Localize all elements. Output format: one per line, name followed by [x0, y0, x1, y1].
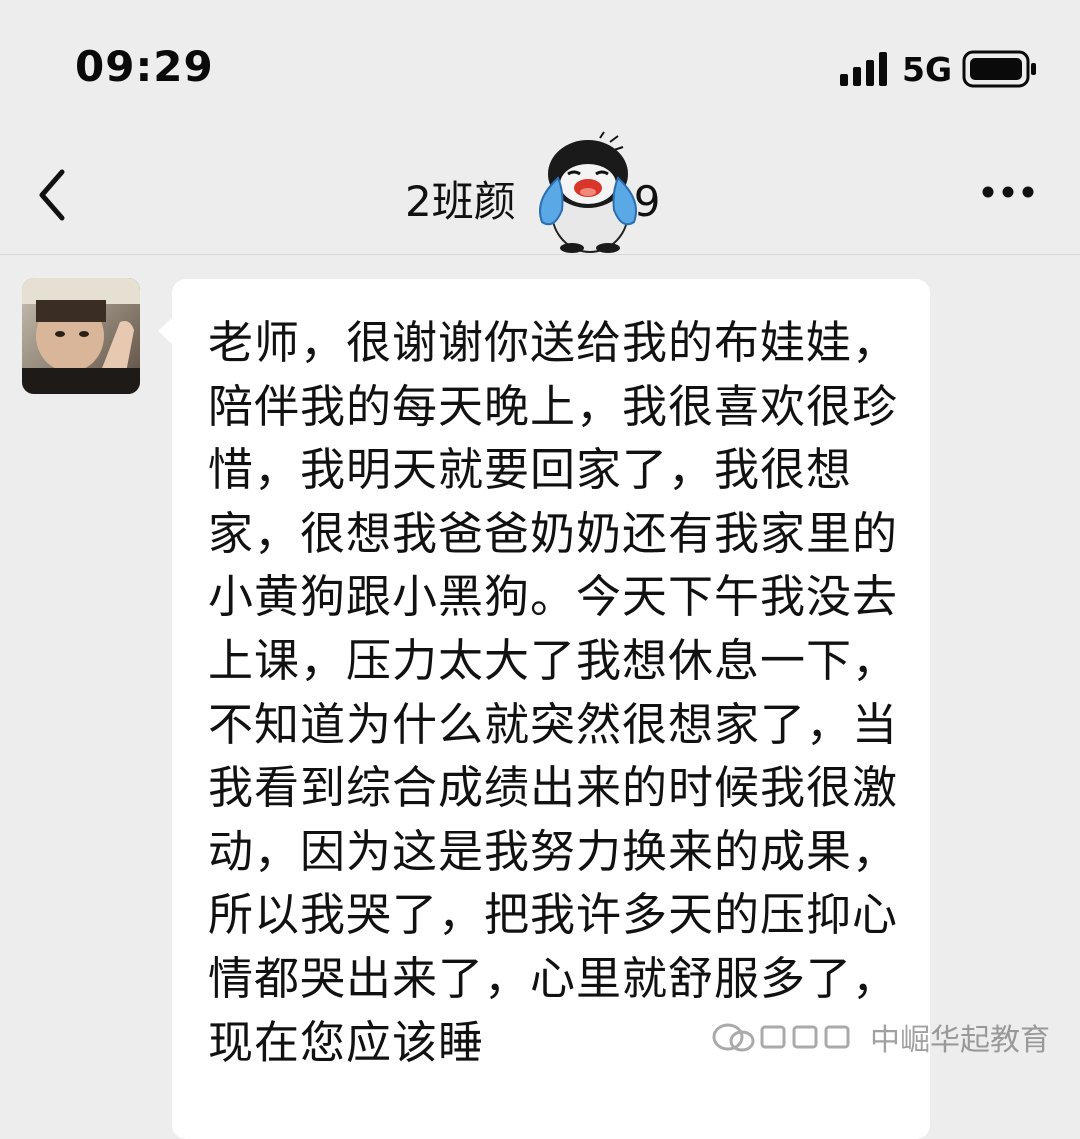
more-icon[interactable] — [980, 180, 1036, 204]
header-divider — [0, 254, 1080, 255]
network-label: 5G — [902, 50, 953, 89]
status-bar: 09:29 5G — [0, 0, 1080, 130]
status-time: 09:29 — [75, 42, 214, 91]
avatar-photo — [22, 278, 140, 394]
chat-title-text: 2班颜 — [405, 177, 516, 226]
message-text: 老师，很谢谢你送给我的布娃娃，陪伴我的每天晚上，我很喜欢很珍惜，我明天就要回家了… — [208, 316, 899, 1069]
message-bubble[interactable]: 老师，很谢谢你送给我的布娃娃，陪伴我的每天晚上，我很喜欢很珍惜，我明天就要回家了… — [172, 279, 930, 1139]
back-icon[interactable] — [30, 160, 80, 230]
battery-icon — [962, 50, 1036, 88]
chat-header: 2班颜 9 — [0, 130, 1080, 254]
watermark: 中崛华起教育 — [710, 1014, 1050, 1060]
crying-penguin-sticker-icon — [539, 131, 637, 253]
wechat-logo-icon — [712, 1023, 850, 1052]
avatar[interactable] — [22, 278, 140, 394]
signal-icon — [840, 52, 887, 86]
watermark-text: 中崛华起教育 — [870, 1023, 1050, 1058]
